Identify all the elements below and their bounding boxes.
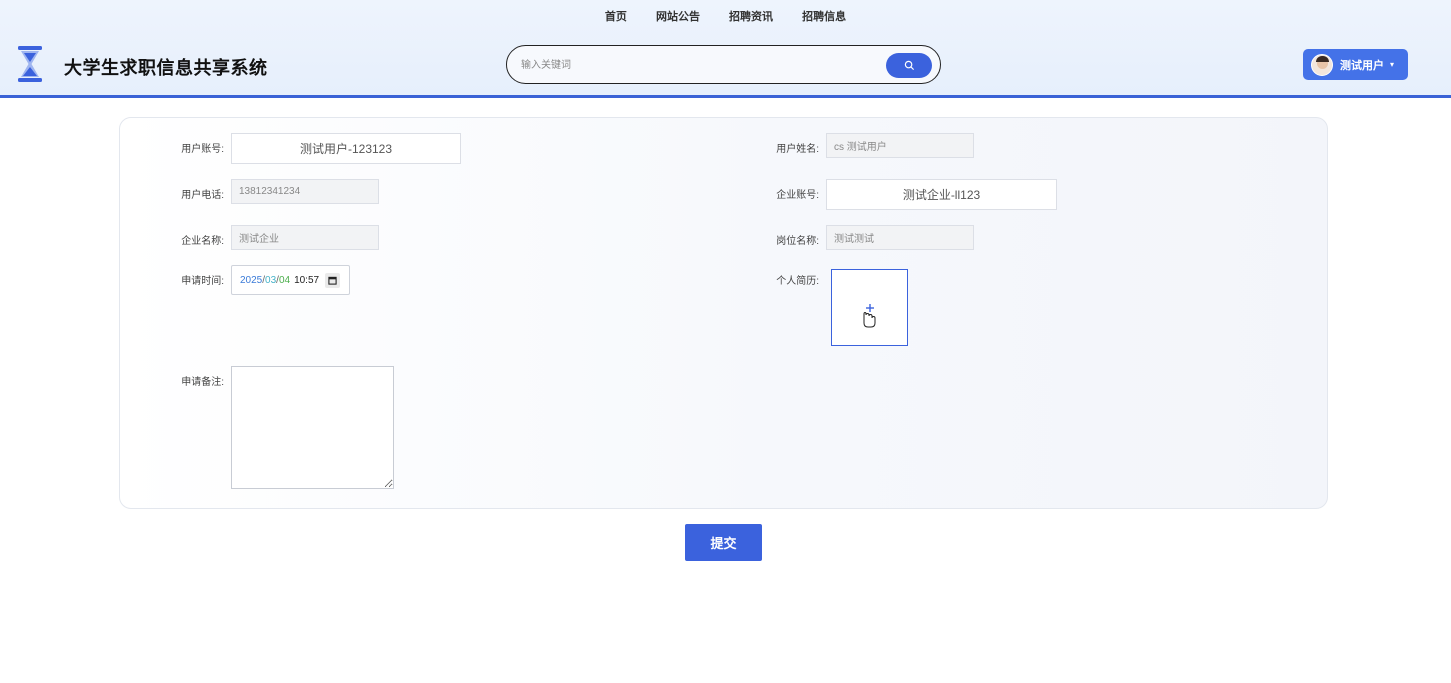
label-user-phone: 用户电话:: [181, 190, 224, 201]
avatar: [1311, 53, 1333, 76]
nav-announcements[interactable]: 网站公告: [656, 8, 700, 24]
user-menu-button[interactable]: 测试用户 ▾: [1303, 49, 1408, 80]
application-form: 用户账号: 测试用户-123123 用户姓名: cs 测试用户 用户电话: 13…: [119, 117, 1328, 509]
user-name-field[interactable]: cs 测试用户: [826, 133, 974, 158]
search-input[interactable]: [521, 55, 871, 75]
label-position-name: 岗位名称:: [776, 236, 819, 247]
search-bar: [506, 45, 941, 84]
label-apply-time: 申请时间:: [181, 276, 224, 287]
header: 首页 网站公告 招聘资讯 招聘信息 大学生求职信息共享系统 测试用户 ▾: [0, 0, 1451, 98]
submit-button[interactable]: 提交: [685, 524, 762, 561]
chevron-down-icon: ▾: [1390, 60, 1395, 69]
user-phone-field[interactable]: 13812341234: [231, 179, 379, 204]
position-name-field[interactable]: 测试测试: [826, 225, 974, 250]
upload-plus-icon: [863, 304, 876, 328]
label-resume: 个人简历:: [776, 276, 819, 287]
date-day: 04: [278, 274, 291, 286]
date-year: 2025: [240, 274, 263, 286]
date-month: 03: [265, 274, 277, 286]
site-title: 大学生求职信息共享系统: [64, 58, 268, 78]
label-user-account: 用户账号:: [181, 144, 224, 155]
apply-time-picker[interactable]: 2025/03/04 10:57: [231, 265, 350, 295]
label-remark: 申请备注:: [181, 377, 224, 388]
hourglass-logo-icon: [18, 46, 42, 82]
user-account-field[interactable]: 测试用户-123123: [231, 133, 461, 164]
resume-upload[interactable]: [831, 269, 908, 346]
nav-recruitment-info[interactable]: 招聘信息: [802, 8, 846, 24]
company-name-field[interactable]: 测试企业: [231, 225, 379, 250]
label-company-account: 企业账号:: [776, 190, 819, 201]
user-name: 测试用户: [1340, 59, 1384, 72]
nav-home[interactable]: 首页: [605, 8, 627, 24]
nav-recruitment-news[interactable]: 招聘资讯: [729, 8, 773, 24]
label-company-name: 企业名称:: [181, 236, 224, 247]
search-icon: [904, 60, 914, 71]
remark-textarea[interactable]: [231, 366, 394, 489]
label-user-name: 用户姓名:: [776, 144, 819, 155]
search-button[interactable]: [886, 53, 932, 78]
date-time: 10:57: [294, 274, 320, 286]
calendar-icon[interactable]: [325, 272, 341, 288]
company-account-field[interactable]: 测试企业-ll123: [826, 179, 1057, 210]
top-nav: 首页 网站公告 招聘资讯 招聘信息: [0, 8, 1451, 24]
